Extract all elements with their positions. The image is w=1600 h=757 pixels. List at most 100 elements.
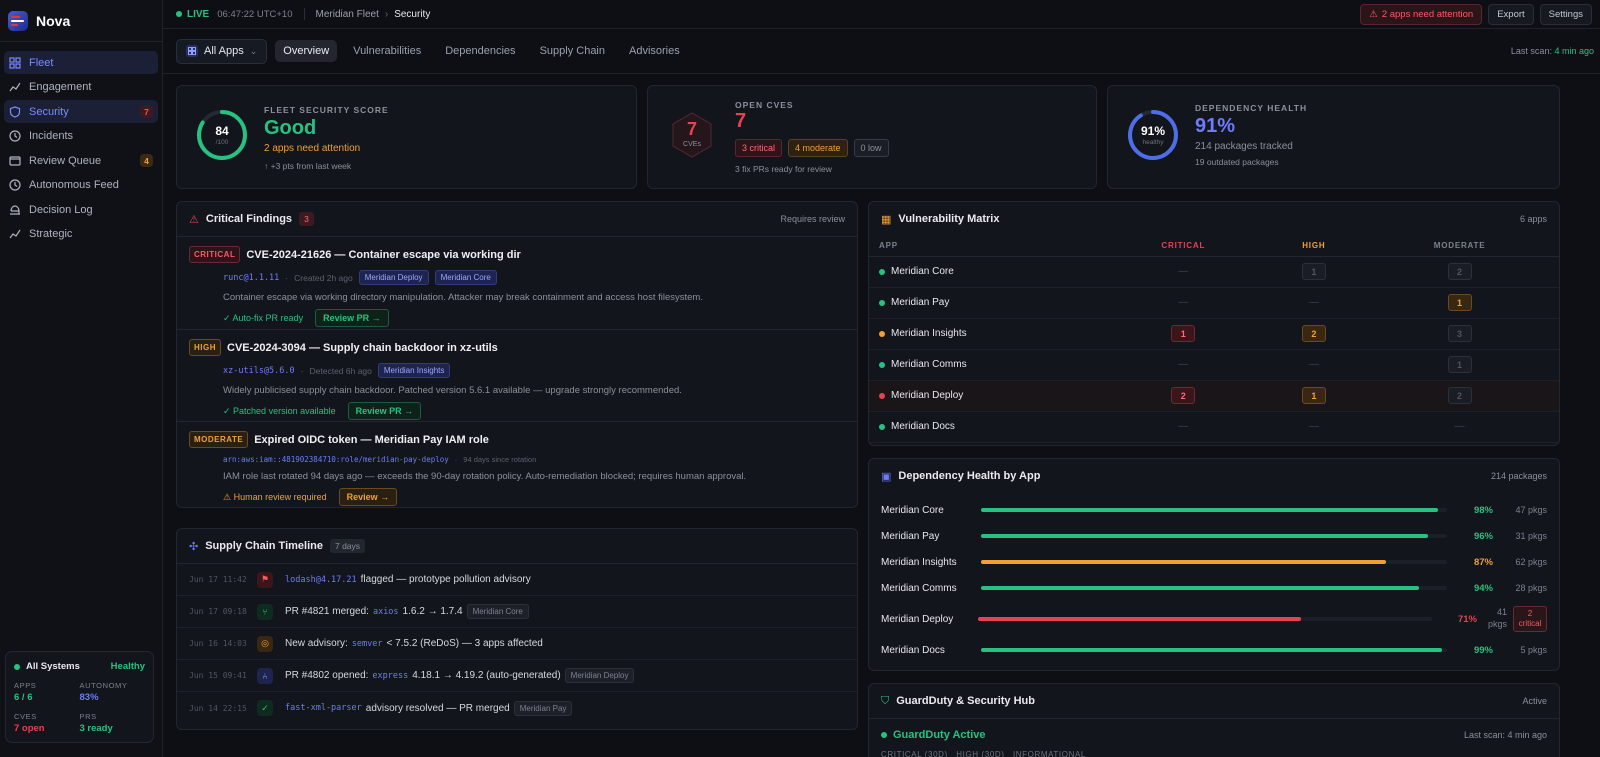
review-pr-button[interactable]: Review PR → <box>347 402 422 420</box>
brand[interactable]: Nova <box>0 0 162 42</box>
sidebar-item-autonomous-feed[interactable]: Autonomous Feed <box>4 174 158 197</box>
dephealth-title: Dependency Health by App <box>898 470 1041 482</box>
count-cell[interactable]: 2 <box>1301 325 1326 342</box>
app-name[interactable]: Meridian Core <box>891 266 954 277</box>
matrix-row[interactable]: Meridian Insights 1 2 3 <box>869 318 1559 350</box>
dephealth-row[interactable]: Meridian Comms 94% 28 pkgs <box>869 575 1559 601</box>
count-cell[interactable]: 2 <box>1447 263 1472 280</box>
package-name[interactable]: express <box>372 671 408 681</box>
health-bar-fill <box>981 534 1429 538</box>
tab-dependencies[interactable]: Dependencies <box>437 40 523 62</box>
deps-note: 19 outdated packages <box>1195 157 1279 167</box>
finding-item[interactable]: MODERATE Expired OIDC token — Meridian Pa… <box>177 422 857 507</box>
package-count: 62 pkgs <box>1515 557 1547 567</box>
timeline-time: Jun 17 11:42 <box>189 575 247 584</box>
dephealth-row[interactable]: Meridian Core 98% 47 pkgs <box>869 497 1559 523</box>
sidebar-item-review-queue[interactable]: Review Queue 4 <box>4 149 158 172</box>
tab-vulnerabilities[interactable]: Vulnerabilities <box>345 40 429 62</box>
count-cell[interactable]: 1 <box>1301 263 1326 280</box>
count-cell[interactable]: 1 <box>1447 294 1472 311</box>
guardduty-right: Active <box>1522 696 1547 706</box>
attention-button[interactable]: ⚠ 2 apps need attention <box>1360 3 1483 25</box>
app-name[interactable]: Meridian Pay <box>881 531 981 542</box>
app-name[interactable]: Meridian Deploy <box>891 390 963 401</box>
system-status-card[interactable]: All Systems Healthy APPS 6 / 6 AUTONOMY 83%… <box>5 651 154 743</box>
app-name[interactable]: Meridian Pay <box>891 297 949 308</box>
health-percent: 94% <box>1473 582 1493 594</box>
app-name[interactable]: Meridian Comms <box>891 359 967 370</box>
sidebar-nav: Fleet Engagement Security 7 Incidents Re… <box>0 42 162 256</box>
app-selector[interactable]: All Apps ⌄ <box>176 38 268 64</box>
tab-supply-chain[interactable]: Supply Chain <box>532 40 613 62</box>
count-cell[interactable]: 2 <box>1171 387 1196 404</box>
breadcrumb-separator-icon: › <box>384 8 389 20</box>
timeline-row[interactable]: Jun 16 14:03 ◎ New advisory: semver < 7.5.… <box>177 628 857 660</box>
timeline-row[interactable]: Jun 15 09:41 ⑃ PR #4802 opened: express 4.… <box>177 660 857 692</box>
score-gauge-value: 84 <box>215 123 229 138</box>
app-name[interactable]: Meridian Comms <box>881 583 981 594</box>
count-cell[interactable]: 3 <box>1447 325 1472 342</box>
timeline-row[interactable]: Jun 17 09:18 ⑂ PR #4821 merged: axios 1.6.… <box>177 596 857 628</box>
count-cell[interactable]: 1 <box>1301 387 1326 404</box>
app-name[interactable]: Meridian Docs <box>881 645 981 656</box>
breadcrumb-fleet[interactable]: Meridian Fleet <box>316 9 379 20</box>
sidebar-item-strategic[interactable]: Strategic <box>4 223 158 246</box>
review-button[interactable]: Review → <box>338 488 398 506</box>
finding-item[interactable]: CRITICAL CVE-2024-21626 — Container escap… <box>177 237 857 330</box>
low-chip[interactable]: 0 low <box>853 139 889 157</box>
sidebar-item-security[interactable]: Security 7 <box>4 100 158 123</box>
settings-button[interactable]: Settings <box>1539 3 1592 25</box>
moderate-chip[interactable]: 4 moderate <box>788 139 848 157</box>
dephealth-row[interactable]: Meridian Insights 87% 62 pkgs <box>869 549 1559 575</box>
severity-badge: MODERATE <box>189 431 249 448</box>
count-cell[interactable]: 1 <box>1447 356 1472 373</box>
sidebar-item-fleet[interactable]: Fleet <box>4 51 158 74</box>
package-name[interactable]: lodash@4.17.21 <box>285 575 357 585</box>
review-pr-button[interactable]: Review PR → <box>315 309 389 327</box>
app-name[interactable]: Meridian Insights <box>881 557 981 568</box>
dephealth-row[interactable]: Meridian Pay 96% 31 pkgs <box>869 523 1559 549</box>
sidebar-item-engagement[interactable]: Engagement <box>4 76 158 99</box>
cves-note: 3 fix PRs ready for review <box>735 164 832 174</box>
count-cell[interactable]: 2 <box>1447 387 1472 404</box>
timeline-row[interactable]: Jun 14 22:15 ✓ fast-xml-parser advisory r… <box>177 692 857 724</box>
finding-title[interactable]: CVE-2024-3094 — Supply chain backdoor in… <box>227 342 498 354</box>
app-name[interactable]: Meridian Deploy <box>881 614 978 625</box>
export-button[interactable]: Export <box>1488 3 1534 25</box>
matrix-row[interactable]: Meridian Pay — — 1 <box>869 287 1559 319</box>
finding-title[interactable]: CVE-2024-21626 — Container escape via wo… <box>246 249 521 261</box>
matrix-right: 6 apps <box>1519 214 1547 224</box>
finding-title[interactable]: Expired OIDC token — Meridian Pay IAM ro… <box>254 434 489 446</box>
package-name[interactable]: fast-xml-parser <box>285 703 362 713</box>
app-name[interactable]: Meridian Core <box>881 505 981 516</box>
scale-icon <box>10 204 20 215</box>
tab-advisories[interactable]: Advisories <box>621 40 688 62</box>
status-dot-icon <box>879 268 885 275</box>
health-percent: 87% <box>1473 556 1493 568</box>
health-percent: 71% <box>1457 613 1477 625</box>
tab-overview[interactable]: Overview <box>275 40 338 62</box>
matrix-row[interactable]: Meridian Comms — — 1 <box>869 349 1559 381</box>
sidebar: Nova Fleet Engagement Security 7 Inciden… <box>0 0 163 757</box>
finding-status: ✓ Patched version available <box>223 405 336 416</box>
matrix-row[interactable]: Meridian Core — 1 2 <box>869 256 1559 288</box>
dephealth-row[interactable]: Meridian Deploy 71% 41 pkgs 2 critical <box>869 601 1559 637</box>
app-name[interactable]: Meridian Insights <box>891 328 967 339</box>
col-moderate: MODERATE <box>1360 236 1559 257</box>
sidebar-item-incidents[interactable]: Incidents <box>4 125 158 148</box>
package-name[interactable]: semver <box>352 639 383 649</box>
package-name[interactable]: xz-utils@5.6.0 <box>223 366 295 376</box>
resource-arn[interactable]: arn:aws:iam::481902384710:role/meridian-… <box>223 455 449 464</box>
critical-chip[interactable]: 3 critical <box>735 139 783 157</box>
sidebar-item-decision-log[interactable]: Decision Log <box>4 198 158 221</box>
matrix-row[interactable]: Meridian Deploy 2 1 2 <box>869 380 1559 412</box>
timeline-row[interactable]: Jun 17 11:42 ⚑ lodash@4.17.21 flagged — p… <box>177 564 857 596</box>
app-name[interactable]: Meridian Docs <box>891 421 955 432</box>
dephealth-row[interactable]: Meridian Docs 99% 5 pkgs <box>869 637 1559 663</box>
package-name[interactable]: axios <box>373 607 399 617</box>
supply-chain-timeline-panel: ✣ Supply Chain Timeline 7 days Jun 17 11… <box>176 528 858 730</box>
finding-item[interactable]: HIGH CVE-2024-3094 — Supply chain backdoo… <box>177 330 857 422</box>
count-cell[interactable]: 1 <box>1171 325 1196 342</box>
matrix-row[interactable]: Meridian Docs — — — <box>869 411 1559 443</box>
package-name[interactable]: runc@1.1.11 <box>223 273 279 283</box>
